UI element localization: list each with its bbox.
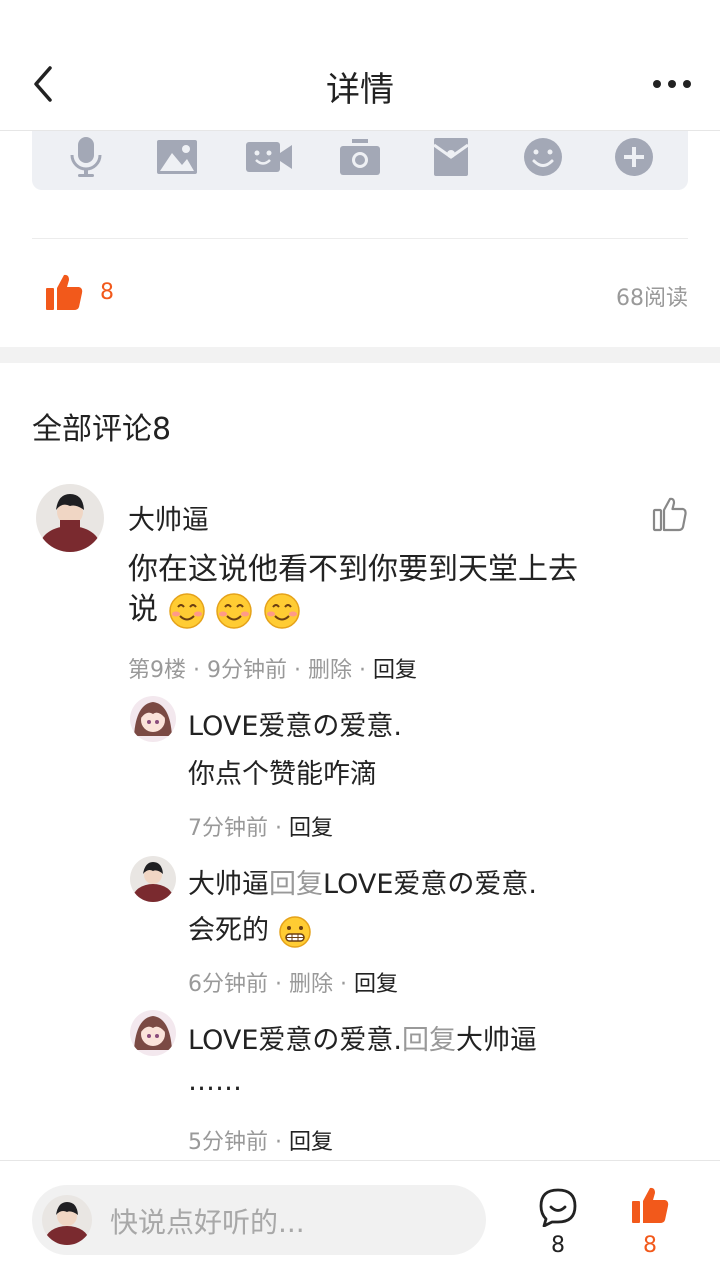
thumbs-up-icon xyxy=(46,274,83,310)
red-envelope-button[interactable] xyxy=(421,127,481,187)
comments-button[interactable]: 8 xyxy=(530,1181,586,1271)
comments-heading: 全部评论8 xyxy=(32,412,172,447)
image-button[interactable] xyxy=(147,127,207,187)
page-title: 详情 xyxy=(326,70,394,110)
camera-icon xyxy=(339,139,380,175)
more-options-button[interactable] xyxy=(604,127,664,187)
reply-time: 6分钟前 · 删除 · xyxy=(188,972,354,997)
reply-author[interactable]: 大帅逼 xyxy=(188,869,269,900)
reply-target[interactable]: LOVE爱意の爱意. xyxy=(323,869,537,900)
reply-author[interactable]: LOVE爱意の爱意. xyxy=(188,1025,402,1056)
reply-link[interactable]: 回复 xyxy=(289,1130,333,1155)
emoji-button[interactable] xyxy=(513,127,573,187)
thumbs-up-icon xyxy=(632,1187,669,1223)
reply-target[interactable]: 大帅逼 xyxy=(456,1025,537,1056)
avatar-image xyxy=(36,484,104,552)
reply-link[interactable]: 回复 xyxy=(373,658,417,683)
image-icon xyxy=(157,140,198,174)
smile-emoji-icon xyxy=(168,592,205,629)
more-dots-icon xyxy=(653,80,691,88)
avatar-image xyxy=(130,856,176,902)
input-placeholder: 快说点好听的... xyxy=(110,1206,305,1239)
avatar[interactable] xyxy=(130,1010,176,1056)
reply-text: …… xyxy=(188,1066,242,1097)
attachment-toolbar xyxy=(32,124,688,190)
reply-link[interactable]: 回复 xyxy=(354,972,398,997)
reply-text-content: 会死的 xyxy=(188,915,269,946)
video-button[interactable] xyxy=(239,127,299,187)
comment-text-line2: 说 xyxy=(128,592,158,627)
reply-text: 会死的 xyxy=(188,908,312,949)
camera-button[interactable] xyxy=(330,127,390,187)
divider xyxy=(32,238,688,239)
more-button[interactable] xyxy=(652,66,692,102)
reply-time: 7分钟前 · xyxy=(188,816,289,841)
reply-meta: 5分钟前 · 回复 xyxy=(188,1124,333,1156)
post-like-button[interactable] xyxy=(44,272,84,316)
like-button[interactable]: 8 xyxy=(622,1181,678,1271)
top-nav-bar: 详情 xyxy=(0,0,720,131)
avatar[interactable] xyxy=(130,856,176,902)
reply-author[interactable]: LOVE爱意の爱意. xyxy=(188,704,402,743)
read-count: 68阅读 xyxy=(616,286,688,311)
comment-text: 你在这说他看不到你要到天堂上去 说 xyxy=(128,550,648,630)
reply-word: 回复 xyxy=(269,869,323,900)
comment-input[interactable]: 快说点好听的... xyxy=(32,1185,486,1255)
reply-header: LOVE爱意の爱意.回复大帅逼 xyxy=(188,1018,537,1057)
reply-time: 5分钟前 · xyxy=(188,1130,289,1155)
reply-meta: 7分钟前 · 回复 xyxy=(188,810,333,842)
microphone-icon xyxy=(70,137,102,177)
comment-count: 8 xyxy=(551,1233,565,1258)
section-separator xyxy=(0,347,720,363)
reply-meta: 6分钟前 · 删除 · 回复 xyxy=(188,966,398,998)
avatar xyxy=(42,1195,92,1245)
reply-link[interactable]: 回复 xyxy=(289,816,333,841)
smile-emoji-icon xyxy=(263,592,300,629)
smile-emoji-icon xyxy=(216,592,252,629)
comment-bubble-icon xyxy=(539,1188,577,1227)
comment-meta: 第9楼 · 9分钟前 · 删除 · 回复 xyxy=(128,652,417,684)
avatar[interactable] xyxy=(36,484,104,552)
voice-button[interactable] xyxy=(56,127,116,187)
comment-text-line1: 你在这说他看不到你要到天堂上去 xyxy=(128,552,578,587)
bottom-comment-bar: 快说点好听的... 8 8 xyxy=(0,1160,720,1281)
avatar-image xyxy=(130,696,176,742)
post-stats-row: 8 68阅读 xyxy=(32,268,688,324)
reply-word: 回复 xyxy=(401,1025,456,1056)
like-count: 8 xyxy=(643,1233,657,1258)
comment-author[interactable]: 大帅逼 xyxy=(128,498,209,537)
reply-text: 你点个赞能咋滴 xyxy=(188,759,377,790)
avatar-image xyxy=(42,1195,92,1245)
video-icon xyxy=(245,142,292,172)
comment-floor-time: 第9楼 · 9分钟前 · 删除 · xyxy=(128,658,373,683)
post-like-count: 8 xyxy=(100,280,114,305)
emoji-icon xyxy=(523,138,562,176)
thumbs-up-outline-icon xyxy=(652,497,687,532)
comment-like-button[interactable] xyxy=(652,496,688,536)
avatar[interactable] xyxy=(130,696,176,742)
grimace-emoji-icon xyxy=(278,915,311,948)
red-envelope-icon xyxy=(433,138,470,176)
plus-icon xyxy=(615,138,654,176)
reply-header: 大帅逼回复LOVE爱意の爱意. xyxy=(188,862,537,901)
avatar-image xyxy=(130,1010,176,1056)
